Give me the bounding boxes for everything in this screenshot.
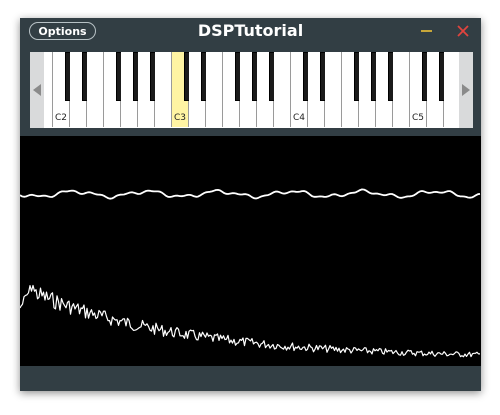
app-window: Options DSPTutorial C2 C3 C4 C5	[20, 18, 481, 391]
oscilloscope-trace	[20, 188, 481, 200]
scope-display	[20, 136, 481, 366]
title-bar: Options DSPTutorial	[20, 18, 481, 46]
minimise-button[interactable]	[418, 22, 436, 40]
close-button[interactable]	[454, 22, 472, 40]
options-button[interactable]: Options	[29, 22, 96, 40]
key-label-c4: C4	[293, 113, 306, 123]
white-key[interactable]	[393, 52, 410, 127]
key-label-c2: C2	[55, 113, 68, 123]
keyboard-scroll-right-button[interactable]	[459, 52, 473, 128]
window-title: DSPTutorial	[197, 21, 304, 40]
keyboard-keys: C2 C3 C4 C5	[44, 52, 459, 128]
white-key[interactable]	[325, 52, 342, 127]
keyboard-scroll-left-button[interactable]	[30, 52, 44, 128]
white-key[interactable]	[206, 52, 223, 127]
close-icon	[457, 25, 469, 37]
minimise-icon	[421, 30, 432, 32]
white-key[interactable]	[87, 52, 104, 127]
spectrum-trace	[20, 284, 480, 358]
white-key[interactable]	[44, 52, 53, 127]
white-key[interactable]	[155, 52, 172, 127]
status-bar	[20, 366, 481, 391]
midi-keyboard: C2 C3 C4 C5	[30, 52, 473, 128]
white-key[interactable]	[274, 52, 291, 127]
triangle-right-icon	[462, 84, 470, 96]
key-label-c3: C3	[174, 113, 187, 123]
triangle-left-icon	[33, 84, 41, 96]
key-label-c5: C5	[412, 113, 425, 123]
white-key[interactable]	[444, 52, 459, 127]
